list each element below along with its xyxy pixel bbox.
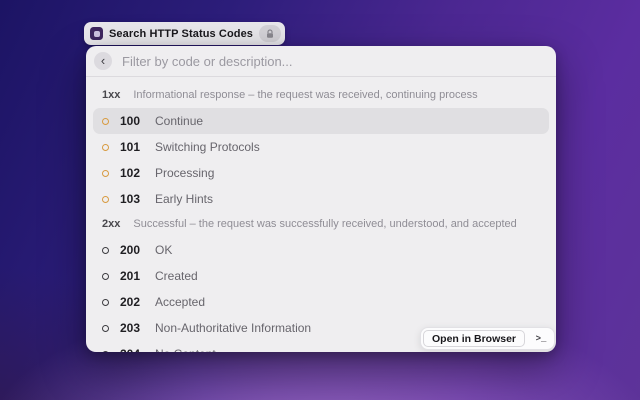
status-label: Non-Authoritative Information	[155, 321, 311, 335]
status-code: 103	[120, 192, 144, 206]
terminal-icon[interactable]: >_	[530, 330, 552, 347]
status-circle-icon	[102, 325, 109, 332]
extension-icon	[90, 27, 103, 40]
status-codes-panel: ‹ 1xx Informational response – the reque…	[86, 46, 556, 352]
status-circle-icon	[102, 247, 109, 254]
status-circle-icon	[102, 351, 109, 353]
status-row-201[interactable]: 201 Created	[93, 263, 549, 289]
status-code: 102	[120, 166, 144, 180]
section-header-2xx: 2xx Successful – the request was success…	[93, 218, 549, 234]
section-header-1xx: 1xx Informational response – the request…	[93, 89, 549, 105]
status-circle-icon	[102, 299, 109, 306]
status-label: Switching Protocols	[155, 140, 260, 154]
status-code: 204	[120, 347, 144, 352]
status-circle-icon	[102, 170, 109, 177]
status-row-101[interactable]: 101 Switching Protocols	[93, 134, 549, 160]
command-title: Search HTTP Status Codes	[109, 28, 253, 40]
action-bar: Open in Browser >_	[420, 327, 555, 350]
section-code: 2xx	[102, 218, 120, 230]
status-label: OK	[155, 243, 172, 257]
status-circle-icon	[102, 273, 109, 280]
status-label: Accepted	[155, 295, 205, 309]
status-row-103[interactable]: 103 Early Hints	[93, 186, 549, 212]
filter-input[interactable]	[122, 54, 544, 69]
status-code: 203	[120, 321, 144, 335]
status-code: 201	[120, 269, 144, 283]
status-label: Processing	[155, 166, 214, 180]
status-code: 200	[120, 243, 144, 257]
status-code: 100	[120, 114, 144, 128]
status-label: Created	[155, 269, 198, 283]
status-row-100[interactable]: 100 Continue	[93, 108, 549, 134]
search-bar: ‹	[86, 46, 556, 77]
back-button[interactable]: ‹	[94, 52, 112, 70]
status-circle-icon	[102, 196, 109, 203]
status-label: Early Hints	[155, 192, 213, 206]
section-code: 1xx	[102, 89, 120, 101]
status-label: Continue	[155, 114, 203, 128]
section-description: Informational response – the request was…	[133, 89, 477, 101]
section-description: Successful – the request was successfull…	[133, 218, 516, 230]
status-circle-icon	[102, 144, 109, 151]
open-in-browser-button[interactable]: Open in Browser	[423, 330, 525, 347]
status-row-200[interactable]: 200 OK	[93, 237, 549, 263]
status-code-list: 1xx Informational response – the request…	[86, 77, 556, 352]
lock-icon	[265, 29, 275, 39]
status-label: No Content	[155, 347, 216, 352]
command-pill[interactable]: Search HTTP Status Codes	[84, 22, 285, 45]
status-code: 101	[120, 140, 144, 154]
status-row-202[interactable]: 202 Accepted	[93, 289, 549, 315]
status-row-102[interactable]: 102 Processing	[93, 160, 549, 186]
status-code: 202	[120, 295, 144, 309]
lock-chip	[259, 25, 281, 42]
status-circle-icon	[102, 118, 109, 125]
